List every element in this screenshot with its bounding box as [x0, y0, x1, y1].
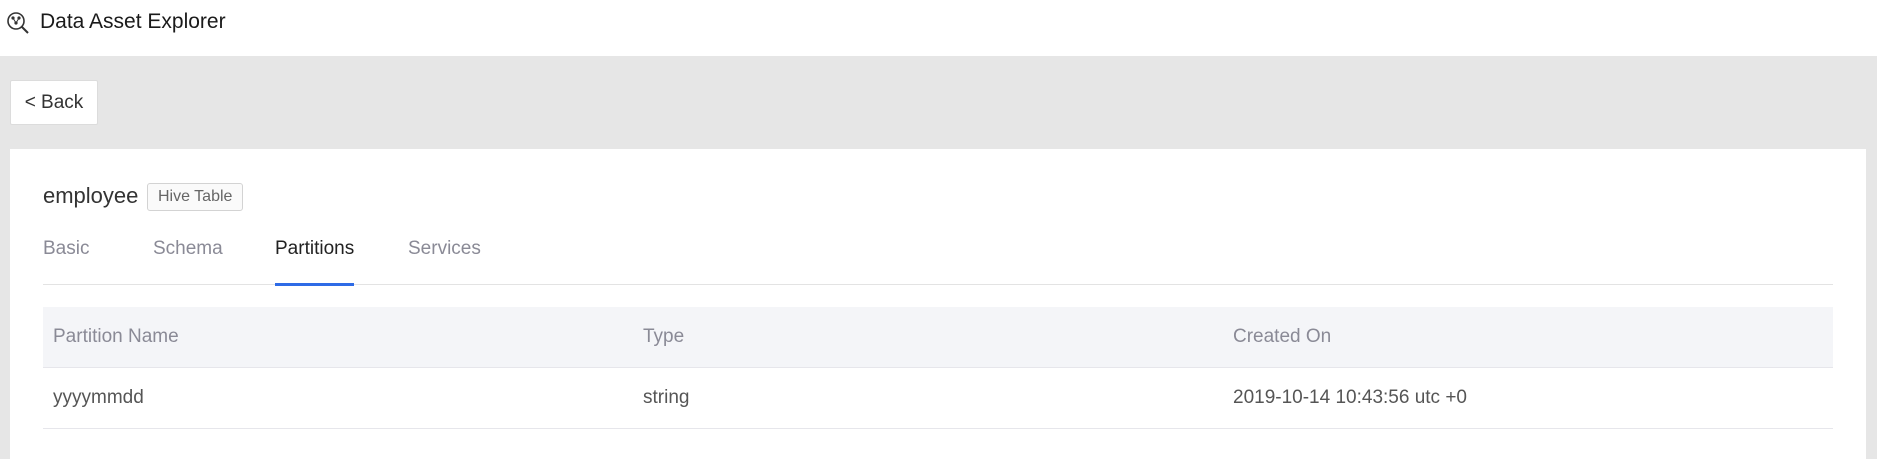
cell-partition-name: yyyymmdd: [53, 387, 144, 408]
tab-basic[interactable]: Basic: [43, 233, 89, 285]
explorer-logo-icon: [7, 12, 29, 34]
cell-type: string: [643, 387, 690, 408]
table-header-row: Partition Name Type Created On: [43, 307, 1833, 368]
back-button[interactable]: < Back: [10, 80, 98, 125]
asset-detail-card: employee Hive Table Basic Schema Partiti…: [10, 149, 1866, 459]
app-title: Data Asset Explorer: [40, 10, 226, 33]
tab-partitions[interactable]: Partitions: [275, 233, 355, 286]
tab-services[interactable]: Services: [408, 233, 481, 285]
column-header-type[interactable]: Type: [643, 326, 684, 348]
partitions-table: Partition Name Type Created On yyyymmdd …: [43, 307, 1833, 429]
cell-created-on: 2019-10-14 10:43:56 utc +0: [1233, 387, 1467, 408]
asset-type-badge: Hive Table: [147, 183, 244, 211]
table-row[interactable]: yyyymmdd string 2019-10-14 10:43:56 utc …: [43, 368, 1833, 429]
top-bar: Data Asset Explorer: [0, 0, 1877, 56]
column-header-partition-name[interactable]: Partition Name: [53, 326, 179, 348]
tab-schema[interactable]: Schema: [153, 233, 223, 285]
asset-name: employee: [43, 183, 139, 208]
tab-bar: Basic Schema Partitions Services: [43, 233, 1833, 286]
column-header-created-on[interactable]: Created On: [1233, 326, 1331, 348]
